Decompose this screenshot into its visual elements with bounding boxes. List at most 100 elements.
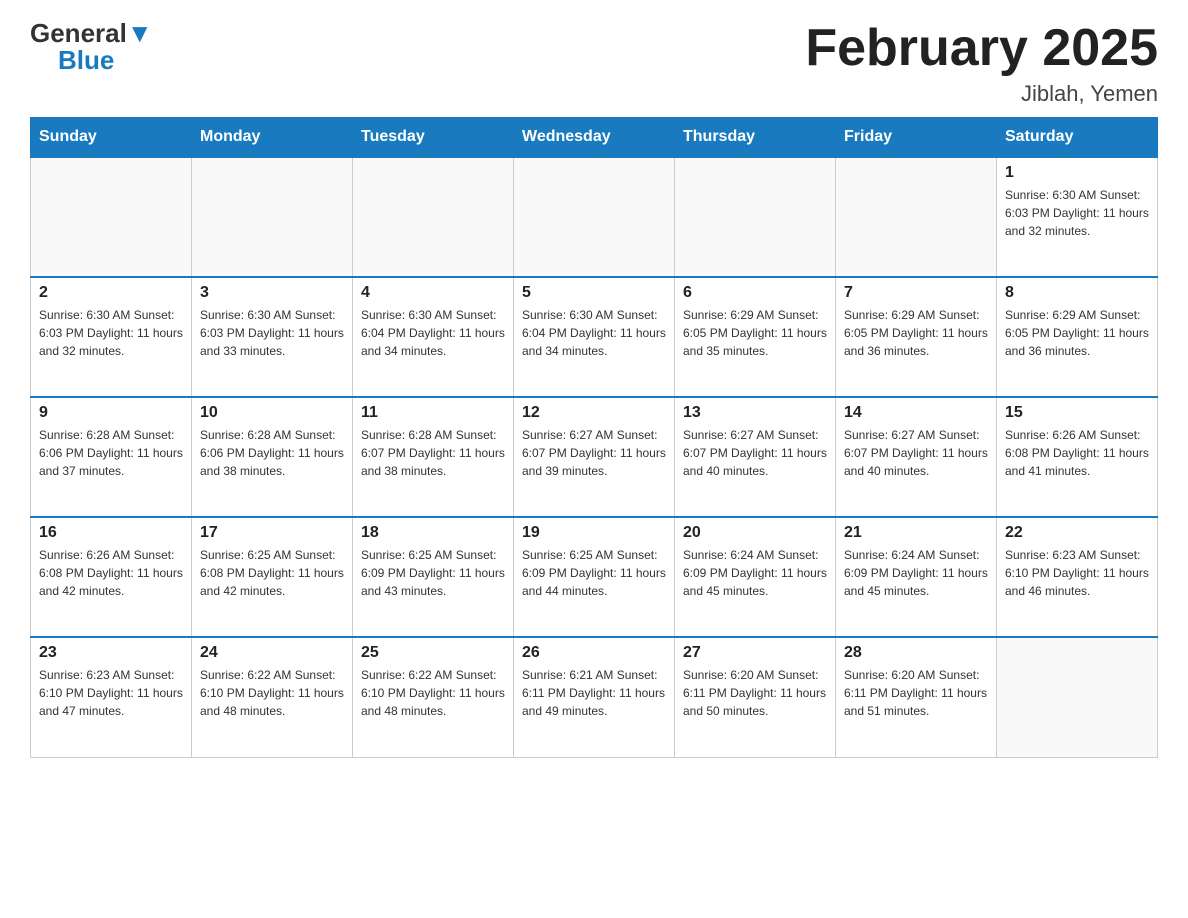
table-row — [353, 157, 514, 277]
table-row — [192, 157, 353, 277]
table-row: 12 Sunrise: 6:27 AM Sunset: 6:07 PM Dayli… — [514, 397, 675, 517]
day-number: 17 — [200, 524, 344, 542]
table-row — [997, 637, 1158, 757]
table-row — [836, 157, 997, 277]
table-row: 11 Sunrise: 6:28 AM Sunset: 6:07 PM Dayli… — [353, 397, 514, 517]
table-row: 3Sunrise: 6:30 AM Sunset: 6:03 PM Daylig… — [192, 277, 353, 397]
table-row: 2Sunrise: 6:30 AM Sunset: 6:03 PM Daylig… — [31, 277, 192, 397]
calendar-week-3: 9 Sunrise: 6:28 AM Sunset: 6:06 PM Daylig… — [31, 397, 1158, 517]
table-row: 13 Sunrise: 6:27 AM Sunset: 6:07 PM Dayli… — [675, 397, 836, 517]
day-info: Sunrise: 6:23 AM Sunset: 6:10 PM Dayligh… — [39, 666, 183, 720]
logo: General▼ Blue — [30, 20, 153, 74]
header-wednesday: Wednesday — [514, 118, 675, 158]
table-row: 18 Sunrise: 6:25 AM Sunset: 6:09 PM Dayli… — [353, 517, 514, 637]
day-number: 4 — [361, 284, 505, 302]
header-tuesday: Tuesday — [353, 118, 514, 158]
logo-bottom-row: Blue — [30, 47, 114, 74]
day-number: 27 — [683, 644, 827, 662]
table-row: 27Sunrise: 6:20 AM Sunset: 6:11 PM Dayli… — [675, 637, 836, 757]
table-row: 10 Sunrise: 6:28 AM Sunset: 6:06 PM Dayli… — [192, 397, 353, 517]
logo-blue-text: Blue — [58, 45, 114, 75]
calendar-table: Sunday Monday Tuesday Wednesday Thursday… — [30, 117, 1158, 758]
day-number: 28 — [844, 644, 988, 662]
day-info: Sunrise: 6:20 AM Sunset: 6:11 PM Dayligh… — [844, 666, 988, 720]
header-saturday: Saturday — [997, 118, 1158, 158]
day-info: Sunrise: 6:27 AM Sunset: 6:07 PM Dayligh… — [683, 426, 827, 480]
table-row: 23 Sunrise: 6:23 AM Sunset: 6:10 PM Dayli… — [31, 637, 192, 757]
day-info: Sunrise: 6:28 AM Sunset: 6:07 PM Dayligh… — [361, 426, 505, 480]
table-row: 16 Sunrise: 6:26 AM Sunset: 6:08 PM Dayli… — [31, 517, 192, 637]
table-row: 25 Sunrise: 6:22 AM Sunset: 6:10 PM Dayli… — [353, 637, 514, 757]
day-info: Sunrise: 6:24 AM Sunset: 6:09 PM Dayligh… — [683, 546, 827, 600]
day-info: Sunrise: 6:25 AM Sunset: 6:09 PM Dayligh… — [361, 546, 505, 600]
calendar-week-2: 2Sunrise: 6:30 AM Sunset: 6:03 PM Daylig… — [31, 277, 1158, 397]
table-row: 8Sunrise: 6:29 AM Sunset: 6:05 PM Daylig… — [997, 277, 1158, 397]
day-number: 13 — [683, 404, 827, 422]
day-number: 19 — [522, 524, 666, 542]
calendar-week-1: 1 Sunrise: 6:30 AM Sunset: 6:03 PM Daylig… — [31, 157, 1158, 277]
day-number: 23 — [39, 644, 183, 662]
table-row: 28 Sunrise: 6:20 AM Sunset: 6:11 PM Dayli… — [836, 637, 997, 757]
day-number: 10 — [200, 404, 344, 422]
table-row: 24 Sunrise: 6:22 AM Sunset: 6:10 PM Dayli… — [192, 637, 353, 757]
day-info: Sunrise: 6:30 AM Sunset: 6:04 PM Dayligh… — [361, 306, 505, 360]
day-number: 1 — [1005, 164, 1149, 182]
day-info: Sunrise: 6:30 AM Sunset: 6:03 PM Dayligh… — [39, 306, 183, 360]
day-number: 20 — [683, 524, 827, 542]
day-number: 6 — [683, 284, 827, 302]
day-info: Sunrise: 6:22 AM Sunset: 6:10 PM Dayligh… — [361, 666, 505, 720]
title-section: February 2025 Jiblah, Yemen — [805, 20, 1158, 107]
day-info: Sunrise: 6:27 AM Sunset: 6:07 PM Dayligh… — [844, 426, 988, 480]
day-info: Sunrise: 6:24 AM Sunset: 6:09 PM Dayligh… — [844, 546, 988, 600]
day-info: Sunrise: 6:25 AM Sunset: 6:09 PM Dayligh… — [522, 546, 666, 600]
day-number: 5 — [522, 284, 666, 302]
day-number: 12 — [522, 404, 666, 422]
day-number: 25 — [361, 644, 505, 662]
day-number: 11 — [361, 404, 505, 422]
table-row: 5 Sunrise: 6:30 AM Sunset: 6:04 PM Daylig… — [514, 277, 675, 397]
day-info: Sunrise: 6:29 AM Sunset: 6:05 PM Dayligh… — [683, 306, 827, 360]
logo-general-text: General▼ — [30, 18, 153, 48]
table-row: 14Sunrise: 6:27 AM Sunset: 6:07 PM Dayli… — [836, 397, 997, 517]
table-row — [31, 157, 192, 277]
table-row: 26 Sunrise: 6:21 AM Sunset: 6:11 PM Dayli… — [514, 637, 675, 757]
header-thursday: Thursday — [675, 118, 836, 158]
day-number: 26 — [522, 644, 666, 662]
logo-arrow-icon: ▼ — [127, 18, 153, 48]
table-row — [675, 157, 836, 277]
header-monday: Monday — [192, 118, 353, 158]
day-info: Sunrise: 6:26 AM Sunset: 6:08 PM Dayligh… — [39, 546, 183, 600]
table-row: 7 Sunrise: 6:29 AM Sunset: 6:05 PM Daylig… — [836, 277, 997, 397]
day-number: 7 — [844, 284, 988, 302]
table-row: 9Sunrise: 6:28 AM Sunset: 6:06 PM Daylig… — [31, 397, 192, 517]
header-friday: Friday — [836, 118, 997, 158]
day-number: 24 — [200, 644, 344, 662]
table-row: 17 Sunrise: 6:25 AM Sunset: 6:08 PM Dayli… — [192, 517, 353, 637]
day-info: Sunrise: 6:29 AM Sunset: 6:05 PM Dayligh… — [844, 306, 988, 360]
location: Jiblah, Yemen — [805, 81, 1158, 107]
day-info: Sunrise: 6:30 AM Sunset: 6:04 PM Dayligh… — [522, 306, 666, 360]
day-info: Sunrise: 6:26 AM Sunset: 6:08 PM Dayligh… — [1005, 426, 1149, 480]
day-info: Sunrise: 6:29 AM Sunset: 6:05 PM Dayligh… — [1005, 306, 1149, 360]
table-row: 19 Sunrise: 6:25 AM Sunset: 6:09 PM Dayli… — [514, 517, 675, 637]
month-title: February 2025 — [805, 20, 1158, 77]
day-info: Sunrise: 6:28 AM Sunset: 6:06 PM Dayligh… — [200, 426, 344, 480]
header-sunday: Sunday — [31, 118, 192, 158]
table-row: 6 Sunrise: 6:29 AM Sunset: 6:05 PM Daylig… — [675, 277, 836, 397]
table-row: 20 Sunrise: 6:24 AM Sunset: 6:09 PM Dayli… — [675, 517, 836, 637]
day-info: Sunrise: 6:22 AM Sunset: 6:10 PM Dayligh… — [200, 666, 344, 720]
calendar-header-row: Sunday Monday Tuesday Wednesday Thursday… — [31, 118, 1158, 158]
day-info: Sunrise: 6:30 AM Sunset: 6:03 PM Dayligh… — [1005, 186, 1149, 240]
logo-top-row: General▼ — [30, 20, 153, 47]
day-number: 22 — [1005, 524, 1149, 542]
day-number: 16 — [39, 524, 183, 542]
day-info: Sunrise: 6:25 AM Sunset: 6:08 PM Dayligh… — [200, 546, 344, 600]
day-number: 21 — [844, 524, 988, 542]
day-info: Sunrise: 6:21 AM Sunset: 6:11 PM Dayligh… — [522, 666, 666, 720]
table-row: 22Sunrise: 6:23 AM Sunset: 6:10 PM Dayli… — [997, 517, 1158, 637]
day-number: 9 — [39, 404, 183, 422]
day-number: 18 — [361, 524, 505, 542]
day-info: Sunrise: 6:27 AM Sunset: 6:07 PM Dayligh… — [522, 426, 666, 480]
calendar-week-5: 23 Sunrise: 6:23 AM Sunset: 6:10 PM Dayli… — [31, 637, 1158, 757]
day-info: Sunrise: 6:30 AM Sunset: 6:03 PM Dayligh… — [200, 306, 344, 360]
